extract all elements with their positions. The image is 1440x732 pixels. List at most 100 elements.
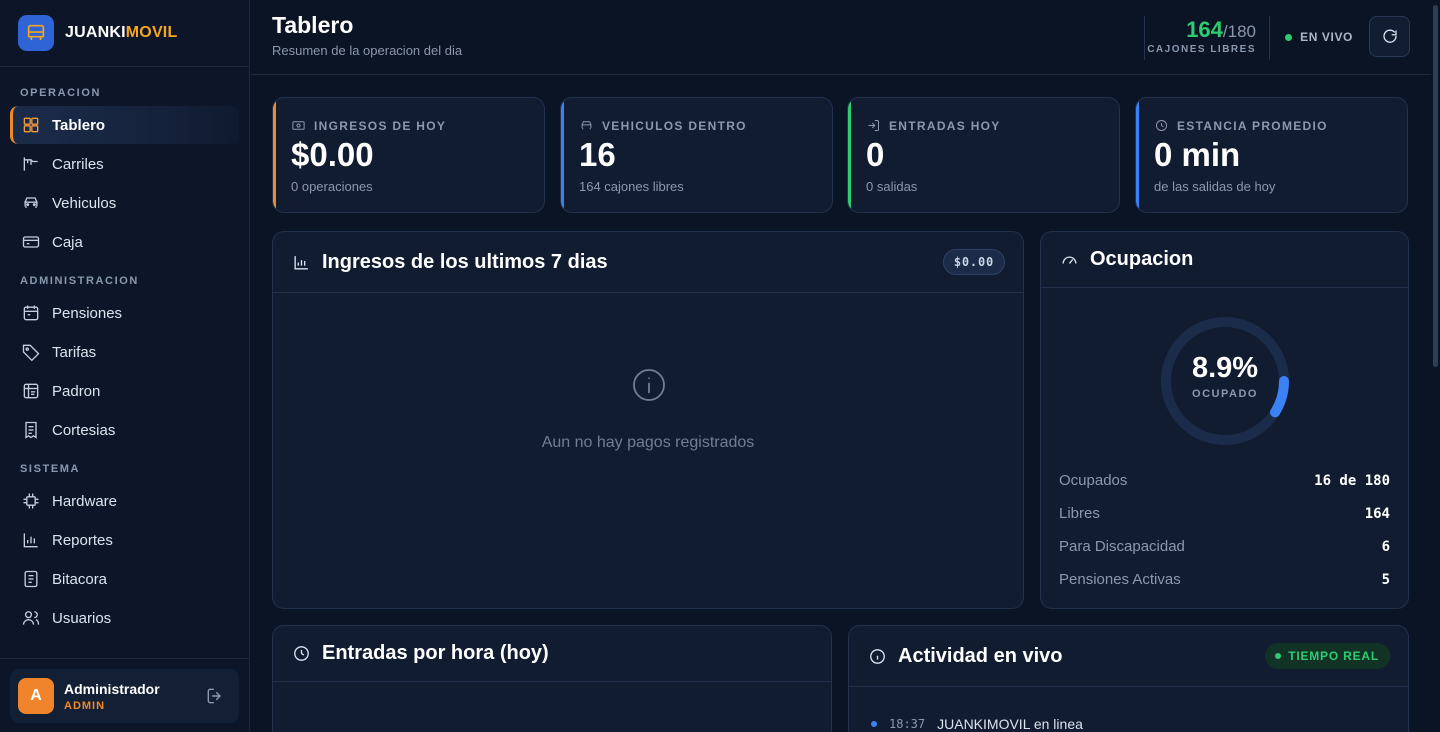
sidebar-item-label: Vehiculos [52, 194, 117, 212]
card-accent [561, 98, 564, 212]
activity-text: JUANKIMOVIL en linea [937, 716, 1083, 732]
capacity-label: CAJONES LIBRES [1147, 44, 1256, 55]
dashboard-icon [23, 117, 39, 133]
user-role: ADMIN [64, 699, 106, 712]
sidebar-divider [0, 658, 250, 659]
cash-register-icon [22, 236, 40, 248]
stat-note: de las salidas de hoy [1154, 179, 1276, 194]
section-title-operacion: OPERACION [20, 87, 102, 99]
panel-header: Ingresos de los ultimos 7 dias [273, 232, 1023, 293]
refresh-button[interactable] [1369, 16, 1410, 57]
occupancy-row-value: 5 [1381, 571, 1390, 588]
panel-title: Ocupacion [1090, 248, 1194, 270]
sidebar-item-label: Usuarios [52, 609, 112, 627]
brand-name-part2: MOVIL [125, 24, 178, 41]
sidebar-item-cortesias[interactable]: Cortesias [10, 411, 239, 449]
live-label: EN VIVO [1300, 30, 1353, 44]
stat-label: VEHICULOS DENTRO [602, 118, 747, 133]
card-accent [273, 98, 276, 212]
realtime-badge: TIEMPO REAL [1265, 643, 1390, 669]
sidebar-item-tablero[interactable]: Tablero [10, 106, 239, 144]
sidebar-item-vehiculos[interactable]: Vehiculos [10, 184, 239, 222]
panel-header: Entradas por hora (hoy) [273, 626, 831, 682]
live-dot-icon [1285, 33, 1293, 41]
brand-name-part1: JUANKI [65, 24, 126, 41]
top-header: Tablero Resumen de la operacion del dia … [251, 0, 1440, 75]
activity-item: 18:37 JUANKIMOVIL en linea [871, 716, 1083, 732]
stat-header: ENTRADAS HOY [866, 118, 1001, 133]
empty-state-text: Aun no hay pagos registrados [541, 434, 755, 451]
sidebar-item-tarifas[interactable]: Tarifas [10, 333, 239, 371]
sidebar-item-label: Carriles [52, 155, 104, 173]
page-title: Tablero [272, 12, 354, 38]
info-icon [633, 369, 665, 401]
sidebar-item-pensiones[interactable]: Pensiones [10, 294, 239, 332]
login-icon [868, 120, 879, 131]
hourly-entries-panel: Entradas por hora (hoy) [272, 625, 832, 732]
occupancy-row-value: 164 [1364, 505, 1390, 522]
card-accent [848, 98, 851, 212]
sidebar-item-carriles[interactable]: Carriles [10, 145, 239, 183]
sidebar: JUANKIMOVIL OPERACION Tablero Carriles V… [0, 0, 250, 732]
chip-icon [23, 493, 39, 509]
sidebar-item-label: Reportes [52, 531, 113, 549]
brand-logo-icon [18, 15, 54, 51]
sidebar-item-caja[interactable]: Caja [10, 223, 239, 261]
stat-note: 0 operaciones [291, 179, 373, 194]
sidebar-item-label: Bitacora [52, 570, 108, 588]
info-icon [870, 648, 885, 664]
sidebar-item-padron[interactable]: Padron [10, 372, 239, 410]
user-card[interactable]: A Administrador ADMIN [10, 669, 239, 723]
activity-dot-icon [871, 721, 877, 727]
car-icon [24, 197, 38, 208]
revenue-panel: Ingresos de los ultimos 7 dias $0.00 Aun… [272, 231, 1024, 609]
sidebar-item-label: Tablero [52, 116, 106, 134]
occupancy-row-label: Pensiones Activas [1059, 571, 1181, 588]
panel-title: Entradas por hora (hoy) [322, 642, 549, 664]
card-accent [1136, 98, 1139, 212]
capacity-indicator: 164/180 CAJONES LIBRES [1147, 17, 1256, 55]
car-icon [581, 121, 592, 130]
occupancy-row-value: 16 de 180 [1314, 472, 1390, 489]
header-divider [1269, 16, 1270, 60]
occupancy-panel: Ocupacion 8.9% OCUPADO Ocupados 16 de 18… [1040, 231, 1409, 609]
clock-icon [1156, 120, 1167, 131]
page-scrollbar[interactable] [1431, 0, 1440, 732]
stat-header: INGRESOS DE HOY [291, 118, 446, 133]
sidebar-item-usuarios[interactable]: Usuarios [10, 599, 239, 637]
occupancy-percent-label: OCUPADO [1192, 388, 1258, 400]
sidebar-item-label: Hardware [52, 492, 118, 510]
sidebar-item-reportes[interactable]: Reportes [10, 521, 239, 559]
section-title-administracion: ADMINISTRACION [20, 275, 139, 287]
sidebar-item-hardware[interactable]: Hardware [10, 482, 239, 520]
capacity-free: 164 [1186, 17, 1223, 42]
capacity-total: /180 [1222, 22, 1256, 41]
brand-name: JUANKIMOVIL [65, 24, 177, 42]
logout-icon[interactable] [205, 686, 225, 706]
sidebar-item-label: Tarifas [52, 343, 97, 361]
stat-card-estancia: ESTANCIA PROMEDIO 0 min de las salidas d… [1135, 97, 1408, 213]
stat-card-entradas: ENTRADAS HOY 0 0 salidas [847, 97, 1120, 213]
panel-title: Actividad en vivo [898, 644, 1063, 667]
revenue-total-badge: $0.00 [942, 249, 1005, 275]
cash-icon [292, 121, 305, 130]
section-title-sistema: SISTEMA [20, 463, 81, 475]
brand[interactable]: JUANKIMOVIL [0, 0, 249, 67]
refresh-icon [1382, 29, 1397, 43]
stat-card-ingresos: INGRESOS DE HOY $0.00 0 operaciones [272, 97, 545, 213]
sidebar-item-bitacora[interactable]: Bitacora [10, 560, 239, 598]
stat-label: ENTRADAS HOY [889, 118, 1001, 133]
stat-value: $0.00 [291, 136, 374, 173]
header-divider [1144, 16, 1145, 60]
page-subtitle: Resumen de la operacion del dia [272, 43, 463, 58]
receipt-icon [25, 421, 37, 439]
users-icon [22, 611, 40, 625]
scrollbar-thumb[interactable] [1433, 5, 1438, 367]
stat-header: ESTANCIA PROMEDIO [1154, 118, 1328, 133]
stat-note: 164 cajones libres [579, 179, 684, 194]
gauge-icon [1062, 256, 1077, 264]
occupancy-percent: 8.9% [1191, 352, 1259, 384]
id-card-icon [23, 383, 39, 399]
occupancy-row: Ocupados 16 de 180 [1059, 472, 1390, 489]
occupancy-row-label: Para Discapacidad [1059, 538, 1185, 555]
